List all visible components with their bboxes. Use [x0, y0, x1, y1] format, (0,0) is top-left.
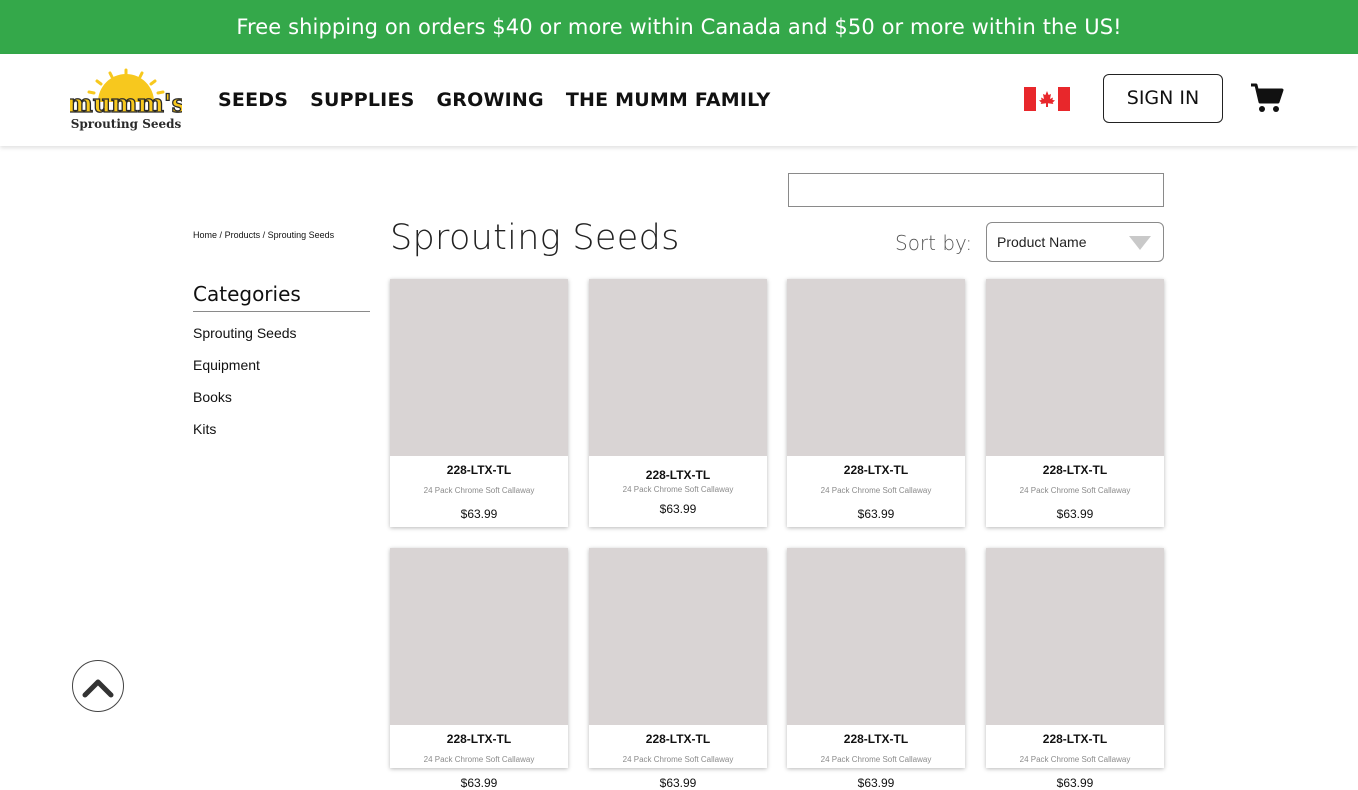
- product-description: 24 Pack Chrome Soft Callaway: [423, 755, 535, 764]
- product-card[interactable]: 228-LTX-TL 24 Pack Chrome Soft Callaway …: [787, 548, 965, 790]
- product-price: $63.99: [460, 776, 498, 790]
- sort-selected-value: Product Name: [997, 234, 1087, 250]
- product-price: $63.99: [659, 502, 697, 516]
- sort-label: Sort by:: [895, 231, 973, 255]
- breadcrumb-separator: /: [219, 230, 223, 240]
- sort-dropdown[interactable]: Product Name: [986, 222, 1164, 262]
- dropdown-arrow-icon: [1129, 236, 1151, 250]
- product-price: $63.99: [460, 507, 498, 521]
- product-sku: 228-LTX-TL: [645, 468, 711, 482]
- product-price: $63.99: [1056, 507, 1094, 521]
- product-image[interactable]: [589, 279, 767, 456]
- logo-tagline: Sprouting Seeds: [71, 117, 182, 131]
- canada-flag-icon[interactable]: [1024, 87, 1070, 111]
- nav-supplies[interactable]: SUPPLIES: [310, 89, 414, 111]
- logo[interactable]: mumm's Sprouting Seeds: [70, 68, 182, 132]
- product-sku: 228-LTX-TL: [1042, 463, 1108, 477]
- product-description: 24 Pack Chrome Soft Callaway: [820, 755, 932, 764]
- product-card[interactable]: 228-LTX-TL 24 Pack Chrome Soft Callaway …: [787, 279, 965, 527]
- nav-growing[interactable]: GROWING: [437, 89, 544, 111]
- product-sku: 228-LTX-TL: [1042, 732, 1108, 746]
- category-books[interactable]: Books: [193, 388, 297, 420]
- product-description: 24 Pack Chrome Soft Callaway: [820, 486, 932, 495]
- product-card[interactable]: 228-LTX-TL 24 Pack Chrome Soft Callaway …: [390, 279, 568, 527]
- nav-the-mumm-family[interactable]: THE MUMM FAMILY: [566, 89, 771, 111]
- product-card[interactable]: 228-LTX-TL 24 Pack Chrome Soft Callaway …: [986, 279, 1164, 527]
- main-nav: SEEDS SUPPLIES GROWING THE MUMM FAMILY: [218, 54, 770, 146]
- product-image[interactable]: [787, 279, 965, 456]
- breadcrumb: Home / Products / Sprouting Seeds: [193, 230, 334, 240]
- product-image[interactable]: [390, 548, 568, 725]
- product-image[interactable]: [589, 548, 767, 725]
- promo-text: Free shipping on orders $40 or more with…: [236, 15, 1122, 39]
- page-title: Sprouting Seeds: [390, 218, 680, 258]
- chevron-up-icon: [82, 679, 114, 698]
- product-sku: 228-LTX-TL: [446, 463, 512, 477]
- product-sku: 228-LTX-TL: [843, 463, 909, 477]
- product-image[interactable]: [986, 279, 1164, 456]
- product-description: 24 Pack Chrome Soft Callaway: [1019, 755, 1131, 764]
- shopping-cart-icon[interactable]: [1250, 82, 1284, 114]
- logo-wordmark: mumm's: [70, 89, 182, 118]
- promo-banner: Free shipping on orders $40 or more with…: [0, 0, 1358, 54]
- product-sku: 228-LTX-TL: [645, 732, 711, 746]
- product-price: $63.99: [857, 776, 895, 790]
- nav-seeds[interactable]: SEEDS: [218, 89, 288, 111]
- product-card[interactable]: 228-LTX-TL 24 Pack Chrome Soft Callaway …: [589, 548, 767, 790]
- categories-divider: [193, 311, 370, 312]
- breadcrumb-current: Sprouting Seeds: [267, 230, 335, 240]
- product-sku: 228-LTX-TL: [843, 732, 909, 746]
- product-card[interactable]: 228-LTX-TL 24 Pack Chrome Soft Callaway …: [986, 548, 1164, 790]
- search-input[interactable]: [788, 173, 1164, 207]
- category-equipment[interactable]: Equipment: [193, 356, 297, 388]
- product-card[interactable]: 228-LTX-TL 24 Pack Chrome Soft Callaway …: [390, 548, 568, 790]
- category-kits[interactable]: Kits: [193, 420, 297, 452]
- product-price: $63.99: [857, 507, 895, 521]
- breadcrumb-separator: /: [262, 230, 266, 240]
- product-sku: 228-LTX-TL: [446, 732, 512, 746]
- categories-heading: Categories: [193, 282, 301, 306]
- breadcrumb-products[interactable]: Products: [225, 230, 261, 240]
- product-description: 24 Pack Chrome Soft Callaway: [622, 485, 734, 494]
- product-price: $63.99: [1056, 776, 1094, 790]
- breadcrumb-home[interactable]: Home: [193, 230, 217, 240]
- product-image[interactable]: [986, 548, 1164, 725]
- product-description: 24 Pack Chrome Soft Callaway: [622, 755, 734, 764]
- category-sprouting-seeds[interactable]: Sprouting Seeds: [193, 324, 297, 356]
- back-to-top-button[interactable]: [72, 660, 124, 712]
- site-header: mumm's Sprouting Seeds SEEDS SUPPLIES GR…: [0, 54, 1358, 146]
- category-list: Sprouting Seeds Equipment Books Kits: [193, 324, 297, 452]
- product-price: $63.99: [659, 776, 697, 790]
- product-card[interactable]: 228-LTX-TL 24 Pack Chrome Soft Callaway …: [589, 279, 767, 527]
- product-image[interactable]: [390, 279, 568, 456]
- product-description: 24 Pack Chrome Soft Callaway: [423, 486, 535, 495]
- sign-in-button[interactable]: SIGN IN: [1103, 74, 1223, 123]
- product-image[interactable]: [787, 548, 965, 725]
- product-description: 24 Pack Chrome Soft Callaway: [1019, 486, 1131, 495]
